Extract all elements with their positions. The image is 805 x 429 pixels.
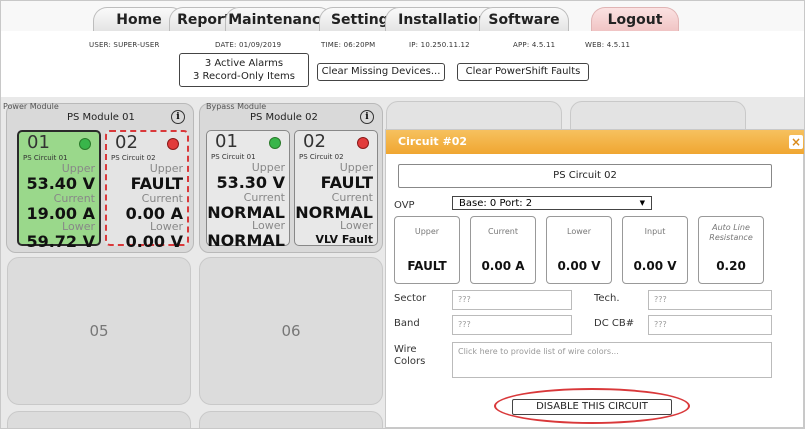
- module-slot-06[interactable]: 06: [199, 257, 383, 405]
- lower-label: Lower: [340, 219, 373, 232]
- alarms-button[interactable]: 3 Active Alarms 3 Record-Only Items: [179, 53, 309, 87]
- module-slot-08[interactable]: [199, 411, 383, 428]
- tab-software[interactable]: Software: [479, 7, 569, 31]
- app-frame: Home Reports Maintenance Settings Instal…: [0, 0, 805, 429]
- metric-label: Input: [644, 227, 666, 236]
- circuit-name-field[interactable]: PS Circuit 02: [398, 164, 772, 188]
- web-version: WEB: 4.5.11: [585, 41, 631, 49]
- upper-value: 53.30 V: [216, 173, 285, 192]
- time-info: TIME: 06:20PM: [321, 41, 376, 49]
- cell-number: 02: [303, 131, 326, 152]
- cell-name: PS Circuit 02: [299, 153, 344, 161]
- dc-cb-input[interactable]: ???: [648, 315, 772, 335]
- ip-info: IP: 10.250.11.12: [409, 41, 470, 49]
- lower-value: NORMAL: [207, 231, 285, 250]
- slot-number: 05: [89, 322, 109, 340]
- lower-value: 0.00 V: [125, 232, 183, 251]
- status-fault-icon: [167, 138, 179, 150]
- cell-name: PS Circuit 02: [111, 154, 156, 162]
- cell-name: PS Circuit 01: [211, 153, 256, 161]
- alarms-record-only: 3 Record-Only Items: [192, 71, 296, 82]
- metric-upper: Upper FAULT: [394, 216, 460, 284]
- upper-value: 53.40 V: [26, 174, 95, 193]
- power-cell-02[interactable]: 02 PS Circuit 02 Upper FAULT Current 0.0…: [105, 130, 189, 251]
- power-module-title: PS Module 01: [67, 112, 135, 123]
- dialog-header: Circuit #02 ×: [386, 130, 804, 154]
- circuit-dialog: Circuit #02 × PS Circuit 02 OVP Base: 0 …: [385, 129, 804, 428]
- lower-value: 59.72 V: [26, 232, 95, 251]
- sector-input[interactable]: ???: [452, 290, 572, 310]
- status-ok-icon: [269, 137, 281, 149]
- bypass-module-title: PS Module 02: [250, 112, 318, 123]
- bypass-module-label: Bypass Module: [206, 102, 267, 111]
- sector-label: Sector: [394, 293, 427, 304]
- app-version: APP: 4.5.11: [513, 41, 556, 49]
- tech-label: Tech.: [594, 293, 620, 304]
- ovp-select[interactable]: Base: 0 Port: 2 ▼: [452, 196, 652, 210]
- upper-value: FAULT: [130, 174, 183, 193]
- metric-value: 0.00 V: [633, 259, 677, 273]
- status-bar: USER: SUPER-USER DATE: 01/09/2019 TIME: …: [1, 31, 804, 97]
- power-module-panel: Power Module PS Module 01 i 01 PS Circui…: [3, 102, 194, 253]
- close-icon[interactable]: ×: [789, 135, 803, 149]
- metric-current: Current 0.00 A: [470, 216, 536, 284]
- chevron-down-icon: ▼: [639, 199, 645, 207]
- power-cell-01[interactable]: 01 PS Circuit 01 Upper 53.40 V Current 1…: [17, 130, 101, 251]
- metric-label: Auto Line Resistance: [709, 223, 753, 242]
- cell-name: PS Circuit 01: [23, 154, 68, 162]
- upper-value: FAULT: [320, 173, 373, 192]
- metric-value: FAULT: [407, 259, 447, 273]
- module-slot-07[interactable]: [7, 411, 191, 428]
- user-info: USER: SUPER-USER: [89, 41, 160, 49]
- lower-value: VLV Fault: [315, 233, 373, 246]
- ovp-value: Base: 0 Port: 2: [459, 198, 533, 209]
- metric-lower: Lower 0.00 V: [546, 216, 612, 284]
- metric-value: 0.00 A: [481, 259, 525, 273]
- tech-input[interactable]: ???: [648, 290, 772, 310]
- bypass-module-panel: Bypass Module PS Module 02 i 01 PS Circu…: [199, 102, 383, 253]
- info-icon[interactable]: i: [171, 110, 185, 124]
- nav-tabbar: Home Reports Maintenance Settings Instal…: [1, 1, 804, 31]
- tab-logout[interactable]: Logout: [591, 7, 679, 31]
- metric-label: Lower: [567, 227, 591, 236]
- alarms-active: 3 Active Alarms: [204, 58, 284, 69]
- metric-value: 0.00 V: [557, 259, 601, 273]
- metric-label: Current: [487, 227, 519, 236]
- metric-input: Input 0.00 V: [622, 216, 688, 284]
- tab-maintenance[interactable]: Maintenance: [225, 7, 333, 31]
- ovp-label: OVP: [394, 200, 415, 211]
- disable-circuit-button[interactable]: DISABLE THIS CIRCUIT: [512, 399, 672, 415]
- wire-colors-input[interactable]: Click here to provide list of wire color…: [452, 342, 772, 378]
- wire-colors-label: Wire Colors: [394, 344, 426, 367]
- band-label: Band: [394, 318, 420, 329]
- module-slot-05[interactable]: 05: [7, 257, 191, 405]
- band-input[interactable]: ???: [452, 315, 572, 335]
- bypass-cell-02[interactable]: 02 PS Circuit 02 Upper FAULT Current NOR…: [294, 130, 378, 246]
- cell-number: 02: [115, 132, 138, 153]
- status-fault-icon: [357, 137, 369, 149]
- metric-label: Upper: [414, 227, 440, 236]
- slot-number: 06: [281, 322, 301, 340]
- dialog-title: Circuit #02: [398, 135, 468, 148]
- status-ok-icon: [79, 138, 91, 150]
- metric-value: 0.20: [716, 259, 746, 273]
- cell-number: 01: [27, 132, 50, 153]
- info-icon[interactable]: i: [360, 110, 374, 124]
- power-module-label: Power Module: [3, 102, 59, 111]
- cell-number: 01: [215, 131, 238, 152]
- metric-auto-line-resistance: Auto Line Resistance 0.20: [698, 216, 764, 284]
- clear-missing-devices-button[interactable]: Clear Missing Devices...: [317, 63, 445, 81]
- clear-powershift-faults-button[interactable]: Clear PowerShift Faults: [457, 63, 589, 81]
- bypass-cell-01[interactable]: 01 PS Circuit 01 Upper 53.30 V Current N…: [206, 130, 290, 250]
- date-info: DATE: 01/09/2019: [215, 41, 282, 49]
- dc-cb-label: DC CB#: [594, 318, 635, 329]
